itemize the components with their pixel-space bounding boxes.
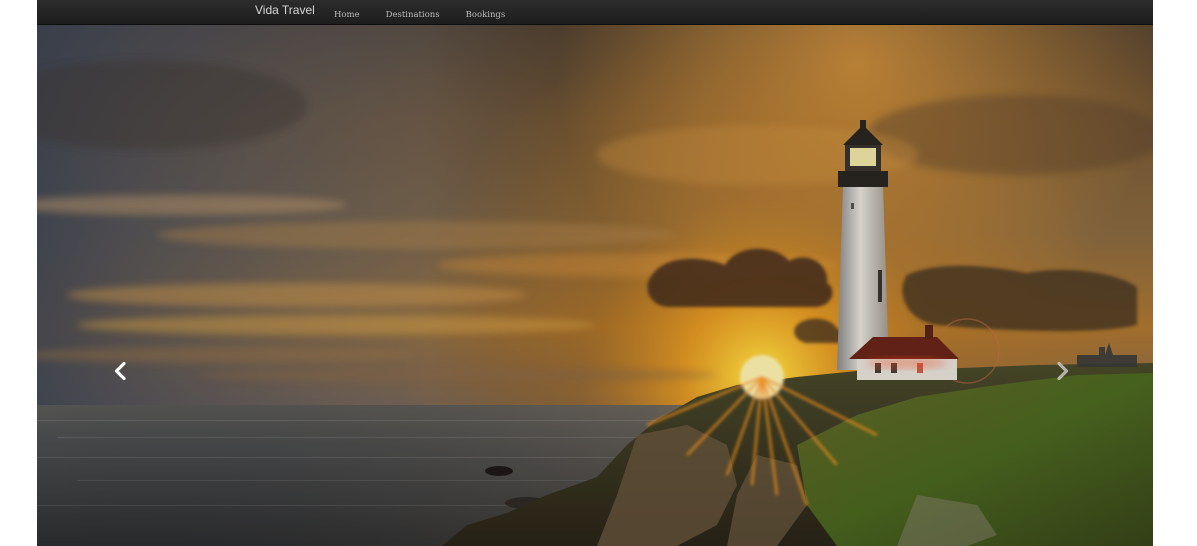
carousel-next-button[interactable]	[1051, 360, 1075, 382]
chevron-right-icon	[1057, 362, 1069, 380]
top-navbar: Vida Travel Home Destinations Bookings	[37, 0, 1153, 25]
carousel-slide	[37, 25, 1153, 546]
page: Vida Travel Home Destinations Bookings	[0, 0, 1197, 546]
nav-item-bookings: Bookings	[466, 4, 506, 22]
brand-link[interactable]: Vida Travel	[255, 3, 315, 17]
nav-item-home: Home	[334, 4, 360, 22]
nav-link-bookings[interactable]: Bookings	[466, 10, 506, 20]
carousel-prev-button[interactable]	[108, 360, 132, 382]
nav-link-destinations[interactable]: Destinations	[386, 10, 440, 20]
nav-link-home[interactable]: Home	[334, 10, 360, 20]
nav-menu: Home Destinations Bookings	[334, 4, 531, 22]
lighthouse-sunset-photo	[37, 25, 1153, 546]
nav-item-destinations: Destinations	[386, 4, 440, 22]
chevron-left-icon	[114, 362, 126, 380]
site-frame: Vida Travel Home Destinations Bookings	[37, 0, 1153, 546]
